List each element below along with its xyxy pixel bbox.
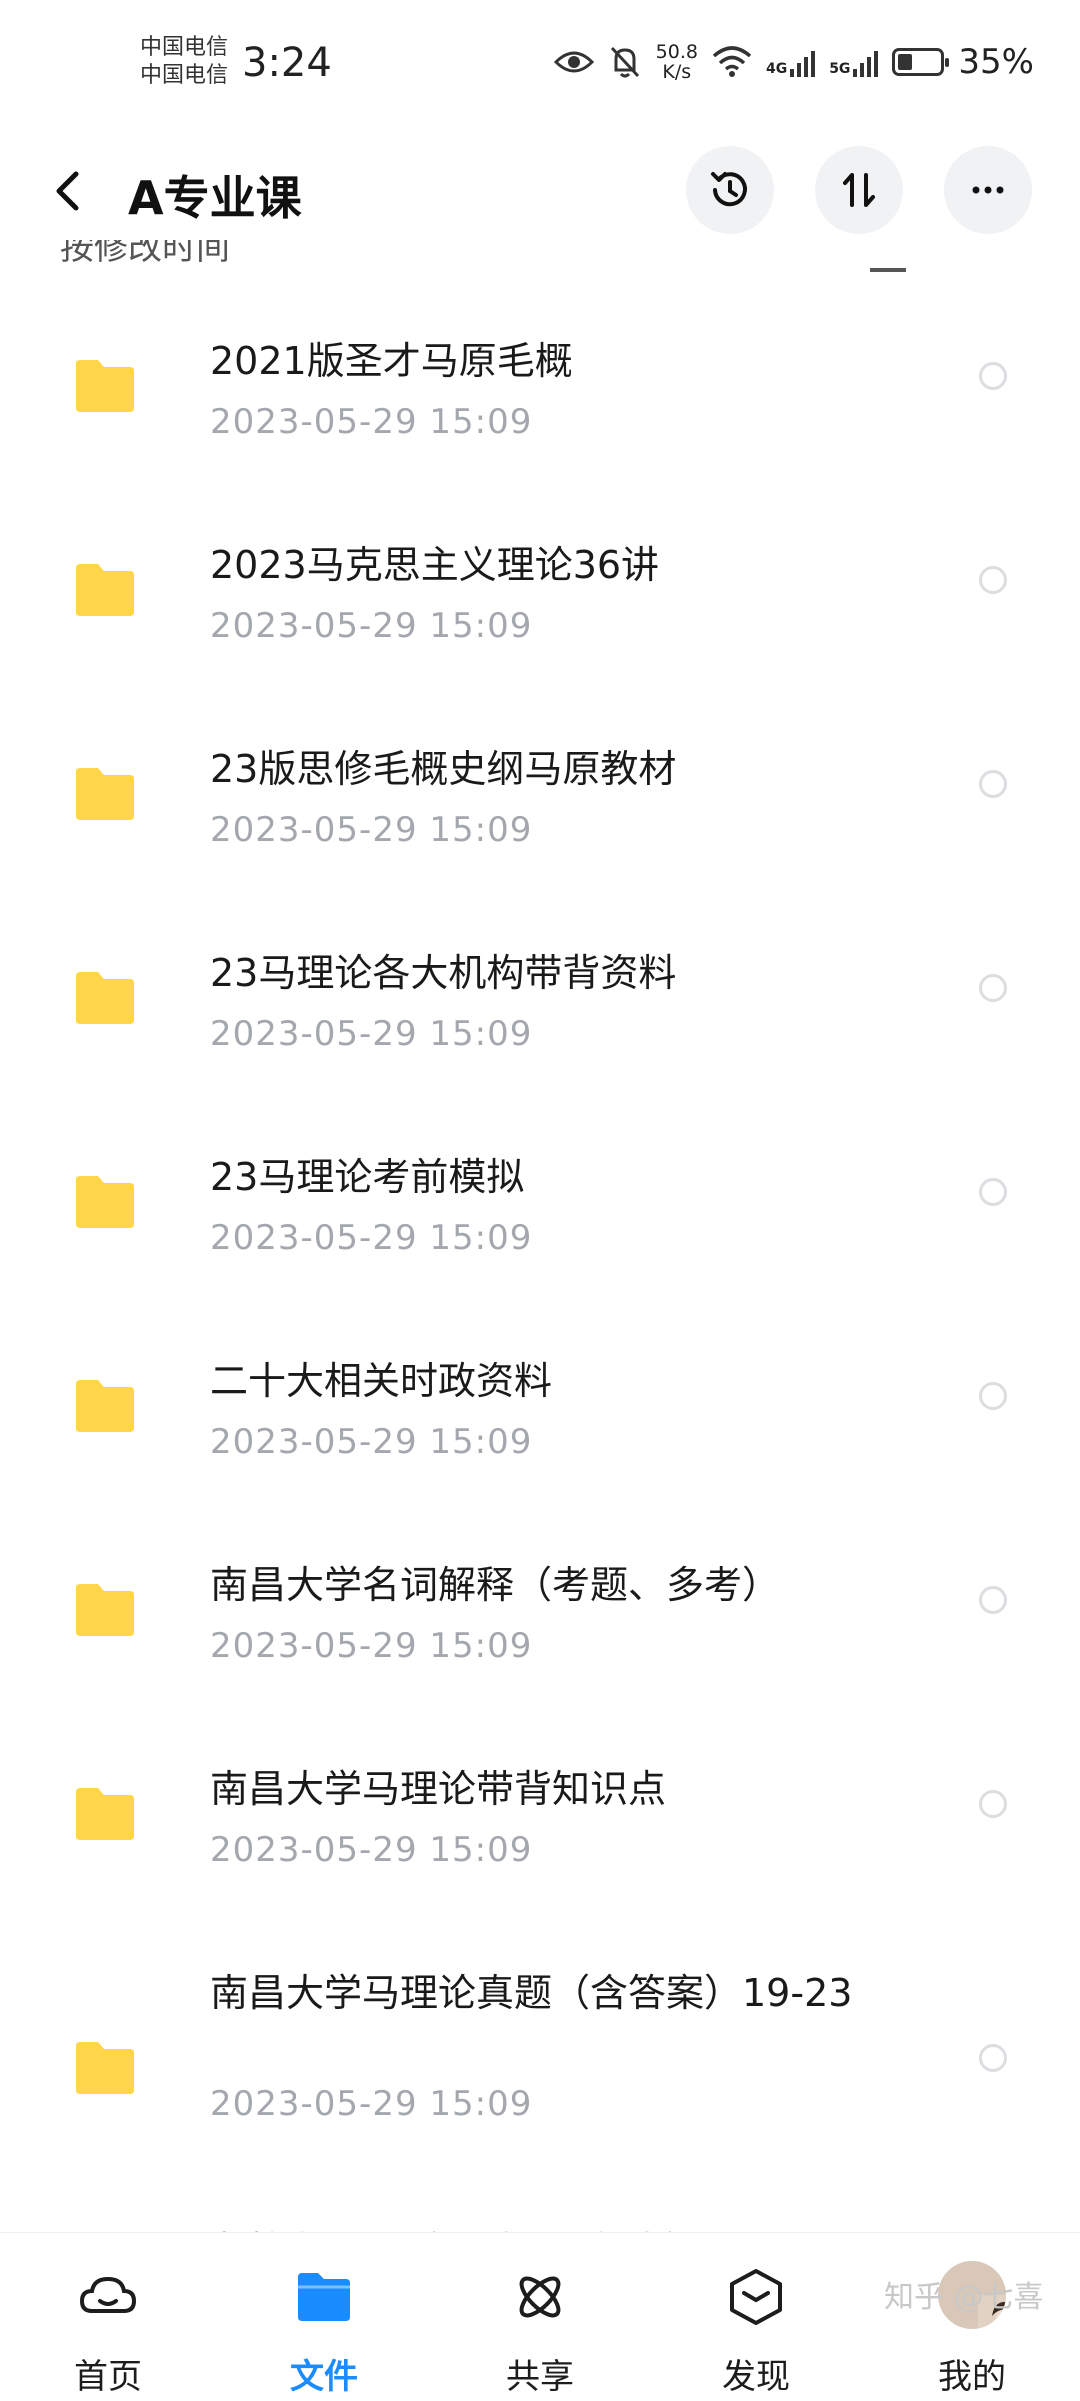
nav-mine-label: 我的 [938, 2357, 1006, 2397]
folder-icon [76, 1584, 134, 1636]
file-name: 南昌大学名词解释（考题、多考） [210, 1563, 781, 1607]
file-date: 2023-05-29 15:09 [210, 1014, 533, 1054]
carrier-labels: 中国电信 中国电信 [140, 34, 228, 90]
history-button[interactable] [686, 146, 774, 234]
file-row[interactable]: 2023马克思主义理论36讲 2023-05-29 15:09 [0, 504, 1080, 708]
folder-icon [76, 768, 134, 820]
signal-2-label: 5G [829, 61, 851, 77]
battery-icon [892, 48, 950, 76]
select-radio[interactable] [979, 362, 1007, 390]
sort-icon [843, 173, 875, 207]
file-date: 2023-05-29 15:09 [210, 1422, 533, 1462]
sort-button[interactable] [815, 146, 903, 234]
page-title: A专业课 [128, 171, 302, 225]
cloud-icon [79, 2276, 137, 2313]
signal-1-label: 4G [765, 61, 788, 77]
more-icon [972, 186, 1004, 194]
file-name: 23马理论考前模拟 [210, 1155, 525, 1199]
file-date: 2023-05-29 15:09 [210, 1626, 533, 1666]
carrier-1: 中国电信 [140, 35, 229, 60]
select-radio[interactable] [979, 566, 1007, 594]
status-icons: 50.8 K/s 4G 5G 35% [553, 40, 1034, 84]
file-row[interactable]: 23版思修毛概史纲马原教材 2023-05-29 15:09 [0, 708, 1080, 912]
file-name: 23马理论各大机构带背资料 [210, 951, 677, 995]
atom-icon [519, 2276, 561, 2318]
select-radio[interactable] [979, 1790, 1007, 1818]
select-radio[interactable] [979, 1586, 1007, 1614]
file-name: 2023马克思主义理论36讲 [210, 543, 660, 587]
file-date: 2023-05-29 15:09 [210, 810, 533, 850]
top-bar: A专业课 [0, 140, 1080, 240]
carrier-2: 中国电信 [140, 63, 229, 88]
history-icon [711, 172, 747, 207]
bottom-nav: 首页 文件 共享 发现 我的 [0, 2232, 1080, 2401]
signal-bars-1-icon [790, 47, 816, 77]
signal-2: 5G [829, 47, 879, 77]
file-date: 2023-05-29 15:09 [210, 402, 533, 442]
nav-discover[interactable]: 发现 [686, 2233, 826, 2401]
nav-files[interactable]: 文件 [254, 2233, 394, 2401]
file-date: 2023-05-29 15:09 [210, 1830, 533, 1870]
select-radio[interactable] [979, 770, 1007, 798]
nav-home-label: 首页 [74, 2357, 142, 2397]
file-row[interactable]: 南昌大学马理论真题（含答案）19-23 2023-05-29 15:09 [0, 1932, 1080, 2190]
file-date: 2023-05-29 15:09 [210, 606, 533, 646]
sort-bar-peek[interactable]: 按修改时间 [60, 240, 230, 262]
folder-icon [76, 1176, 134, 1228]
signal-bars-2-icon [853, 47, 879, 77]
clock: 3:24 [242, 40, 332, 86]
file-name: 南昌大学马理论真题（含答案）19-23 [210, 1971, 853, 2015]
folder-icon [76, 972, 134, 1024]
net-speed: 50.8 K/s [656, 42, 698, 82]
cube-icon [730, 2269, 782, 2325]
folder-icon [76, 1380, 134, 1432]
file-row[interactable]: 二十大相关时政资料 2023-05-29 15:09 [0, 1320, 1080, 1524]
select-radio[interactable] [979, 974, 1007, 1002]
nav-share-label: 共享 [506, 2357, 574, 2397]
battery-percent: 35% [958, 42, 1034, 82]
nav-discover-label: 发现 [722, 2357, 790, 2397]
file-row[interactable]: 南昌大学马理论带背知识点 2023-05-29 15:09 [0, 1728, 1080, 1932]
folder-active-icon [298, 2273, 350, 2321]
folder-icon [76, 2042, 134, 2094]
file-row[interactable]: 23马理论各大机构带背资料 2023-05-29 15:09 [0, 912, 1080, 1116]
view-toggle-peek[interactable] [870, 268, 906, 272]
nav-share[interactable]: 共享 [470, 2233, 610, 2401]
file-date: 2023-05-29 15:09 [210, 1218, 533, 1258]
select-radio[interactable] [979, 2044, 1007, 2072]
select-radio[interactable] [979, 1178, 1007, 1206]
net-speed-unit: K/s [662, 61, 692, 83]
file-name: 二十大相关时政资料 [210, 1359, 553, 1403]
folder-icon [76, 360, 134, 412]
mute-bell-icon [610, 46, 639, 78]
folder-icon [76, 1788, 134, 1840]
more-button[interactable] [944, 146, 1032, 234]
folder-icon [76, 564, 134, 616]
net-speed-value: 50.8 [655, 41, 698, 63]
file-row[interactable]: 23马理论考前模拟 2023-05-29 15:09 [0, 1116, 1080, 1320]
file-date: 2023-05-29 15:09 [210, 2084, 533, 2124]
wifi-icon [712, 46, 752, 77]
nav-home[interactable]: 首页 [38, 2233, 178, 2401]
select-radio[interactable] [979, 1382, 1007, 1410]
signal-1: 4G [765, 47, 816, 77]
file-row[interactable]: 南昌大学名词解释（考题、多考） 2023-05-29 15:09 [0, 1524, 1080, 1728]
back-icon[interactable] [44, 166, 94, 216]
watermark: 知乎 @七喜 [884, 2280, 1044, 2315]
file-row[interactable]: 2021版圣才马原毛概 2023-05-29 15:09 [0, 300, 1080, 504]
battery-fill [898, 54, 913, 70]
file-name: 23版思修毛概史纲马原教材 [210, 747, 677, 791]
file-name: 南昌大学马理论带背知识点 [210, 1767, 667, 1811]
file-name: 2021版圣才马原毛概 [210, 339, 573, 383]
nav-mine[interactable]: 我的 [902, 2233, 1042, 2401]
eye-icon [553, 51, 594, 73]
status-bar: 中国电信 中国电信 3:24 50.8 K/s 4G 5G 35% [0, 0, 1080, 130]
nav-files-label: 文件 [290, 2357, 358, 2397]
